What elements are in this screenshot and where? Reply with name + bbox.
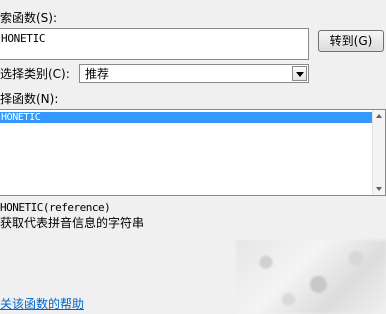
function-description: 获取代表拼音信息的字符串 <box>0 216 145 230</box>
function-help-link[interactable]: 关该函数的帮助 <box>0 295 84 312</box>
category-select[interactable]: 推荐 <box>79 64 309 83</box>
go-button[interactable]: 转到(G) <box>318 30 384 52</box>
category-selected-value: 推荐 <box>85 67 110 81</box>
search-function-input[interactable]: HONETIC <box>0 28 309 60</box>
dropdown-arrow-button[interactable] <box>292 66 307 81</box>
search-function-label: 索函数(S): <box>0 11 58 25</box>
list-item-selected[interactable]: HONETIC <box>0 112 372 123</box>
scroll-down-icon[interactable] <box>376 187 382 191</box>
function-listbox[interactable]: HONETIC <box>0 109 386 196</box>
function-signature: HONETIC(reference) <box>0 201 111 214</box>
category-label: 选择类别(C): <box>0 67 70 81</box>
scroll-up-icon[interactable] <box>376 114 382 118</box>
chevron-down-icon <box>296 72 304 77</box>
vertical-scrollbar[interactable] <box>372 110 385 195</box>
watermark-image <box>236 240 386 314</box>
function-list-label: 择函数(N): <box>0 92 59 106</box>
